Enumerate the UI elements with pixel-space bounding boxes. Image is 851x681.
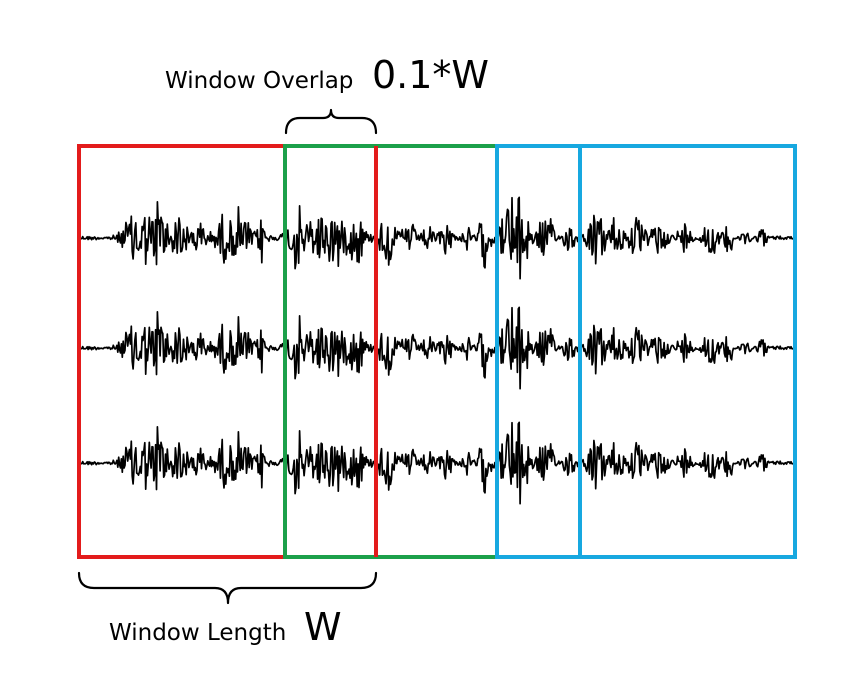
- overlap-label-text: Window Overlap: [165, 68, 353, 94]
- overlap-annotation: Window Overlap 0.1*W: [165, 53, 489, 135]
- windowing-diagram: Window Overlap 0.1*W Window Length W: [77, 53, 797, 649]
- length-label-text: Window Length: [109, 620, 286, 646]
- waveform-row-1: [79, 196, 795, 280]
- waveform-row-2: [79, 306, 795, 390]
- length-label-value: W: [304, 605, 342, 649]
- overlap-label-value: 0.1*W: [372, 53, 489, 97]
- waveform-row-3: [79, 421, 795, 505]
- waveform-group: [79, 196, 795, 505]
- length-annotation: Window Length W: [77, 571, 378, 649]
- length-brace: [77, 571, 378, 605]
- overlap-brace: [284, 108, 378, 135]
